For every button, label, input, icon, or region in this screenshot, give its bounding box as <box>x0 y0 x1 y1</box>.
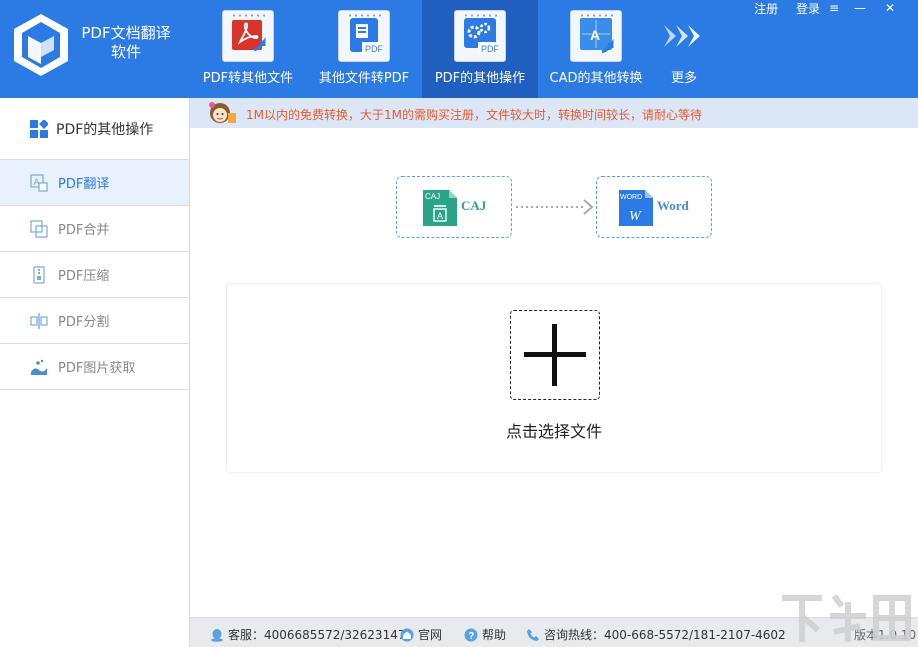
translate-icon: A <box>30 173 48 192</box>
grid-icon <box>30 119 48 138</box>
sidebar-item-image-extract[interactable]: PDF图片获取 <box>0 344 189 390</box>
sidebar: PDF的其他操作 A PDF翻译 PDF合并 PDF压缩 PDF分割 PDF图片… <box>0 98 190 647</box>
website-link[interactable]: 官网 <box>400 626 442 643</box>
qq-icon <box>211 628 223 642</box>
more-arrows-icon <box>664 25 700 47</box>
source-format-label: CAJ <box>461 198 487 213</box>
word-badge: WORD <box>620 194 642 201</box>
svg-text:?: ? <box>468 631 474 642</box>
caj-file-icon: CAJ A <box>423 190 457 226</box>
sidebar-item-compress-label: PDF压缩 <box>58 269 110 284</box>
notice-text: 1M以内的免费转换，大于1M的需购买注册，文件较大时，转换时间较长，请耐心等待 <box>246 108 702 122</box>
sidebar-item-translate-label: PDF翻译 <box>58 177 110 192</box>
phone-icon <box>527 628 539 641</box>
file-to-pdf-icon: PDF <box>338 10 390 62</box>
version-text: 版本1.0.10 <box>854 628 917 642</box>
pdf-gear-icon: PDF <box>454 10 506 62</box>
caj-badge: CAJ <box>425 192 440 201</box>
convert-arrow-icon <box>516 199 594 215</box>
file-drop-panel[interactable]: 点击选择文件 <box>226 283 882 473</box>
plus-icon <box>524 324 586 386</box>
minimize-button[interactable]: — <box>848 0 872 16</box>
tool-other-to-pdf[interactable]: PDF 其他文件转PDF <box>306 0 422 98</box>
sidebar-item-split-label: PDF分割 <box>58 315 110 330</box>
svg-text:A: A <box>590 27 600 43</box>
tool-cad-convert[interactable]: A CAD的其他转换 <box>538 0 654 98</box>
tool-more-label: 更多 <box>670 71 697 86</box>
word-letter: W <box>629 209 642 224</box>
app-title-line2: 软件 <box>110 43 141 61</box>
sidebar-item-translate[interactable]: A PDF翻译 <box>0 160 189 206</box>
sidebar-item-image-extract-label: PDF图片获取 <box>58 361 136 376</box>
select-file-label[interactable]: 点击选择文件 <box>227 418 881 442</box>
image-extract-icon <box>31 359 47 375</box>
sidebar-header-label: PDF的其他操作 <box>56 121 154 138</box>
target-format-label: Word <box>657 198 689 213</box>
tool-pdf-other-ops[interactable]: PDF PDF的其他操作 <box>422 0 538 98</box>
hotline: 咨询热线：400-668-5572/181-2107-4602 <box>526 626 786 643</box>
tool-more[interactable]: 更多 <box>654 0 714 98</box>
split-icon <box>30 312 48 329</box>
app-title-line1: PDF文档翻译 <box>81 24 171 42</box>
sidebar-item-compress[interactable]: PDF压缩 <box>0 252 189 298</box>
customer-service-text: 客服：4006685572/326231478 <box>228 628 414 642</box>
status-bar: 客服：4006685572/326231478 官网 ? 帮助 咨询热线：400… <box>190 617 918 647</box>
close-button[interactable]: ✕ <box>878 0 902 16</box>
cad-convert-icon: A <box>570 10 622 62</box>
account-links: 注册 登录 <box>740 0 820 18</box>
pdf-to-file-icon <box>222 10 274 62</box>
help-link-label: 帮助 <box>482 628 507 642</box>
notice-bar: 1M以内的免费转换，大于1M的需购买注册，文件较大时，转换时间较长，请耐心等待 <box>190 98 918 128</box>
top-toolbar: PDF文档翻译 软件 PDF转其他文件 PDF 其他文件转PDF PDF PDF… <box>0 0 918 98</box>
tool-pdf-other-ops-label: PDF的其他操作 <box>434 71 526 86</box>
menu-button[interactable]: ≡ <box>822 0 846 16</box>
target-format-box[interactable]: WORD W Word <box>596 176 712 238</box>
sidebar-item-merge-label: PDF合并 <box>58 223 110 238</box>
tool-other-to-pdf-label: 其他文件转PDF <box>318 71 410 86</box>
hotline-text: 咨询热线：400-668-5572/181-2107-4602 <box>544 628 786 642</box>
add-file-button[interactable] <box>510 310 600 400</box>
girl-mascot-icon <box>209 102 236 123</box>
tool-pdf-to-other-label: PDF转其他文件 <box>202 71 294 86</box>
website-link-label: 官网 <box>418 628 443 642</box>
sidebar-item-merge[interactable]: PDF合并 <box>0 206 189 252</box>
source-format-box[interactable]: CAJ A CAJ <box>396 176 512 238</box>
svg-text:PDF: PDF <box>365 44 384 54</box>
app-title: PDF文档翻译 软件 <box>78 24 174 62</box>
svg-text:PDF: PDF <box>481 44 500 54</box>
app-logo-icon <box>14 14 68 76</box>
sidebar-header: PDF的其他操作 <box>0 98 189 160</box>
sidebar-item-split[interactable]: PDF分割 <box>0 298 189 344</box>
compress-icon <box>33 265 45 284</box>
word-file-icon: WORD W <box>619 190 653 226</box>
customer-service: 客服：4006685572/326231478 <box>210 626 413 643</box>
tool-pdf-to-other[interactable]: PDF转其他文件 <box>190 0 306 98</box>
svg-text:A: A <box>437 211 443 221</box>
register-link[interactable]: 注册 <box>754 2 778 16</box>
help-link[interactable]: ? 帮助 <box>464 626 506 643</box>
login-link[interactable]: 登录 <box>796 2 820 16</box>
help-icon: ? <box>464 628 478 642</box>
home-icon <box>400 628 414 641</box>
tool-cad-convert-label: CAD的其他转换 <box>549 71 643 86</box>
merge-icon <box>30 219 48 238</box>
